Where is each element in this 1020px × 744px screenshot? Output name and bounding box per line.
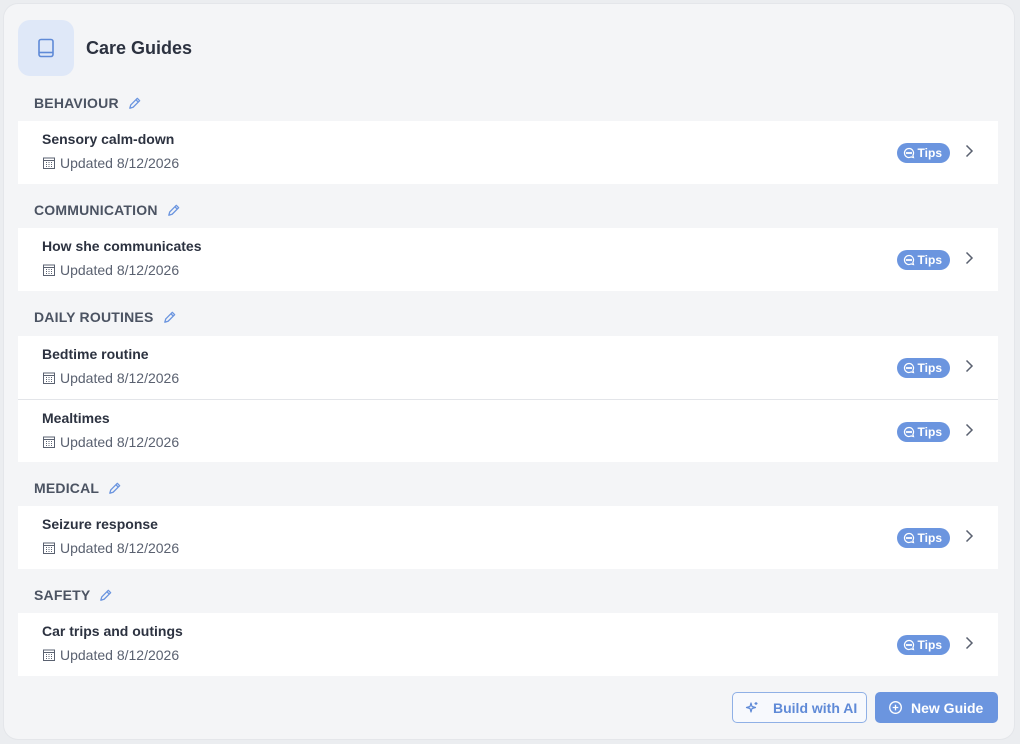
- chat-bubble-icon: [903, 426, 915, 438]
- page-title: Care Guides: [86, 37, 193, 58]
- guide-group-behaviour: Sensory calm-down Updated 8/12/2026 Tips: [18, 121, 998, 184]
- tips-badge: Tips: [896, 143, 950, 163]
- chevron-right-icon: [964, 528, 974, 544]
- sparkle-icon: [745, 701, 759, 715]
- guide-row[interactable]: Mealtimes Updated 8/12/2026 Tips: [18, 399, 998, 462]
- guide-group-communication: How she communicates Updated 8/12/2026 T…: [18, 228, 998, 291]
- guide-row[interactable]: Bedtime routine Updated 8/12/2026 Tips: [18, 336, 998, 399]
- edit-pencil-icon[interactable]: [98, 588, 113, 603]
- guide-title: Sensory calm-down: [42, 131, 175, 147]
- chevron-right-icon: [964, 143, 974, 159]
- section-label-communication: COMMUNICATION: [34, 198, 181, 222]
- chevron-right-icon: [964, 250, 974, 266]
- guide-row[interactable]: Seizure response Updated 8/12/2026 Tips: [18, 506, 998, 569]
- guide-title: How she communicates: [42, 238, 202, 254]
- tips-badge: Tips: [896, 528, 950, 548]
- chat-bubble-icon: [903, 254, 915, 266]
- guide-updated: Updated 8/12/2026: [42, 647, 179, 663]
- guide-updated: Updated 8/12/2026: [42, 155, 179, 171]
- guide-title: Bedtime routine: [42, 346, 149, 362]
- guide-updated: Updated 8/12/2026: [42, 434, 179, 450]
- chat-bubble-icon: [903, 362, 915, 374]
- calendar-icon: [42, 648, 56, 662]
- care-guides-panel: Care Guides BEHAVIOUR Sensory calm-down …: [4, 4, 1014, 739]
- calendar-icon: [42, 371, 56, 385]
- calendar-icon: [42, 156, 56, 170]
- chat-bubble-icon: [903, 639, 915, 651]
- book-icon: [18, 20, 74, 76]
- chat-bubble-icon: [903, 532, 915, 544]
- new-guide-button[interactable]: New Guide: [875, 692, 998, 723]
- section-label-behaviour: BEHAVIOUR: [34, 91, 142, 115]
- edit-pencil-icon[interactable]: [162, 310, 177, 325]
- plus-circle-icon: [888, 700, 903, 715]
- tips-badge: Tips: [896, 422, 950, 442]
- calendar-icon: [42, 263, 56, 277]
- calendar-icon: [42, 541, 56, 555]
- guide-row[interactable]: How she communicates Updated 8/12/2026 T…: [18, 228, 998, 291]
- tips-badge: Tips: [896, 250, 950, 270]
- guide-updated: Updated 8/12/2026: [42, 262, 179, 278]
- guide-row[interactable]: Sensory calm-down Updated 8/12/2026 Tips: [18, 121, 998, 184]
- chat-bubble-icon: [903, 147, 915, 159]
- chevron-right-icon: [964, 358, 974, 374]
- guide-updated: Updated 8/12/2026: [42, 540, 179, 556]
- guide-group-medical: Seizure response Updated 8/12/2026 Tips: [18, 506, 998, 569]
- tips-badge: Tips: [896, 358, 950, 378]
- guide-title: Mealtimes: [42, 410, 110, 426]
- chevron-right-icon: [964, 422, 974, 438]
- guide-updated: Updated 8/12/2026: [42, 370, 179, 386]
- tips-badge: Tips: [896, 635, 950, 655]
- edit-pencil-icon[interactable]: [107, 481, 122, 496]
- edit-pencil-icon[interactable]: [166, 203, 181, 218]
- edit-pencil-icon[interactable]: [127, 96, 142, 111]
- calendar-icon: [42, 435, 56, 449]
- guide-title: Car trips and outings: [42, 623, 183, 639]
- guide-group-safety: Car trips and outings Updated 8/12/2026 …: [18, 613, 998, 676]
- panel-header: Care Guides: [18, 20, 192, 76]
- section-label-daily-routines: DAILY ROUTINES: [34, 305, 177, 329]
- section-label-medical: MEDICAL: [34, 476, 122, 500]
- guide-group-daily-routines: Bedtime routine Updated 8/12/2026 Tips M…: [18, 336, 998, 462]
- guide-row[interactable]: Car trips and outings Updated 8/12/2026 …: [18, 613, 998, 676]
- chevron-right-icon: [964, 635, 974, 651]
- build-with-ai-button[interactable]: Build with AI: [732, 692, 867, 723]
- section-label-safety: SAFETY: [34, 583, 113, 607]
- guide-title: Seizure response: [42, 516, 158, 532]
